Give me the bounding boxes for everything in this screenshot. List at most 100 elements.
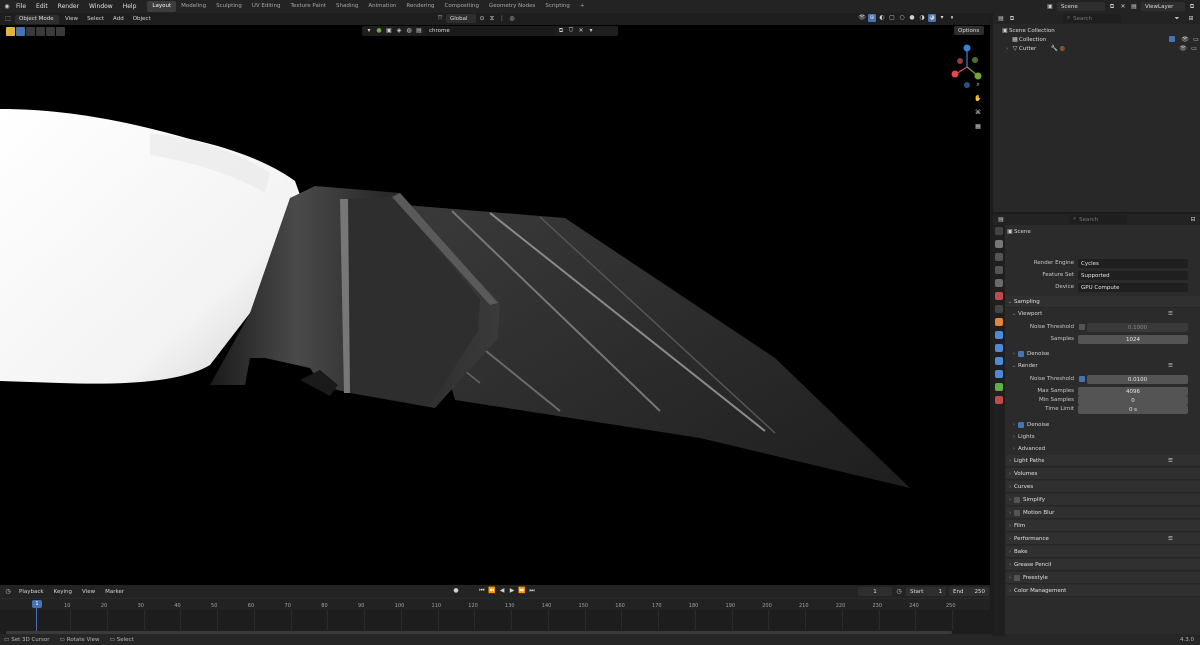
playhead[interactable]: 1 <box>32 600 42 608</box>
tab-uv-editing[interactable]: UV Editing <box>247 1 286 12</box>
tree-row-scene-collection[interactable]: ▣ Scene Collection <box>993 26 1200 35</box>
timeline-menu-view[interactable]: View <box>79 589 98 595</box>
viewport-menu-view[interactable]: View <box>62 16 81 22</box>
subpanel-render-denoise[interactable]: › Denoise <box>1010 419 1049 430</box>
light-icon[interactable]: ◈ <box>395 27 403 35</box>
properties-editor-icon[interactable]: ▤ <box>997 216 1005 224</box>
copy-scene-icon[interactable]: ⧉ <box>1108 3 1116 11</box>
cutter-visibility-icon[interactable]: 👁 <box>1179 45 1187 53</box>
timeline-menu-playback[interactable]: Playback <box>16 589 47 595</box>
physics-tab-icon[interactable] <box>995 357 1003 365</box>
modifier-tab-icon[interactable] <box>995 331 1003 339</box>
viewport-menu-select[interactable]: Select <box>84 16 107 22</box>
world-tab-icon[interactable] <box>995 292 1003 300</box>
render-tab-icon[interactable] <box>995 240 1003 248</box>
preset-menu-icon[interactable]: ☰ <box>1168 458 1173 464</box>
panel-bake[interactable]: › Bake <box>1006 546 1200 558</box>
start-frame-field[interactable]: Start 1 <box>906 587 946 596</box>
rendered-shading-icon[interactable]: ◕ <box>928 14 936 22</box>
min-samples-field[interactable]: 0 <box>1078 396 1188 405</box>
shading-options-icon[interactable]: ▾ <box>938 14 946 22</box>
material-search-field[interactable]: chrome <box>425 26 555 36</box>
simplify-checkbox[interactable] <box>1014 496 1020 503</box>
subpanel-render[interactable]: ⌄ Render ☰ <box>1010 360 1196 371</box>
time-limit-field[interactable]: 0 s <box>1078 405 1188 414</box>
properties-search[interactable]: ⌕ Search <box>1069 215 1127 224</box>
object-tab-icon[interactable] <box>995 318 1003 326</box>
filter-icon[interactable]: ▤ <box>415 27 423 35</box>
menu-window[interactable]: Window <box>84 3 118 10</box>
viewport-denoise-checkbox[interactable] <box>1018 350 1024 357</box>
pan-hand-icon[interactable]: ✋ <box>974 95 982 103</box>
mode-selector[interactable]: Object Mode <box>15 14 59 24</box>
viewport-menu-object[interactable]: Object <box>130 16 154 22</box>
tree-row-cutter[interactable]: › ▽ Cutter 🔧 ◍ 👁 ▭ <box>993 44 1200 53</box>
tab-animation[interactable]: Animation <box>363 1 401 12</box>
viewport-menu-add[interactable]: Add <box>110 16 127 22</box>
delete-scene-icon[interactable]: ✕ <box>1119 3 1127 11</box>
copy-view-layer-icon[interactable]: ⧉ <box>1188 3 1196 11</box>
tab-compositing[interactable]: Compositing <box>440 1 484 12</box>
select-intersect-icon[interactable] <box>56 26 65 36</box>
next-keyframe-icon[interactable]: ⏩ <box>518 587 526 595</box>
wireframe-shading-icon[interactable]: ○ <box>898 14 906 22</box>
blender-logo-icon[interactable]: ◉ <box>3 3 11 11</box>
snap-icon[interactable]: ⧖ <box>488 15 496 23</box>
select-extend-icon[interactable] <box>26 26 35 36</box>
perspective-toggle-icon[interactable]: ▦ <box>974 123 982 131</box>
constraints-tab-icon[interactable] <box>995 370 1003 378</box>
gizmo-toggle-icon[interactable]: ⊕ <box>868 14 876 22</box>
subpanel-viewport-denoise[interactable]: › Denoise <box>1010 348 1049 359</box>
tab-texture-paint[interactable]: Texture Paint <box>286 1 332 12</box>
display-mode-icon[interactable]: ⧉ <box>1008 15 1016 23</box>
end-frame-field[interactable]: End 250 <box>949 587 989 596</box>
tab-shading[interactable]: Shading <box>331 1 363 12</box>
material-shading-icon[interactable]: ◑ <box>918 14 926 22</box>
tab-sculpting[interactable]: Sculpting <box>211 1 247 12</box>
pin-icon[interactable]: ⊟ <box>1189 216 1197 224</box>
timeline-menu-marker[interactable]: Marker <box>102 589 127 595</box>
world-icon[interactable]: ◍ <box>405 27 413 35</box>
editor-type-icon[interactable]: ⬚ <box>4 15 12 23</box>
panel-color-management[interactable]: › Color Management <box>1006 585 1200 597</box>
menu-edit[interactable]: Edit <box>31 3 53 10</box>
scene-selector[interactable]: Scene <box>1057 2 1105 11</box>
material-dropdown-icon[interactable]: ▾ <box>587 27 595 35</box>
current-frame-field[interactable]: 1 <box>858 587 892 596</box>
panel-film[interactable]: › Film <box>1006 520 1200 532</box>
overlay-toggle-icon[interactable]: ◐ <box>878 14 886 22</box>
panel-freestyle[interactable]: › Freestyle <box>1006 572 1200 584</box>
collection-exclude-checkbox[interactable] <box>1169 35 1175 42</box>
panel-light-paths[interactable]: › Light Paths ☰ <box>1006 455 1200 467</box>
motion-blur-checkbox[interactable] <box>1014 509 1020 516</box>
panel-simplify[interactable]: › Simplify <box>1006 494 1200 506</box>
view-layer-selector[interactable]: ViewLayer <box>1141 2 1185 11</box>
pivot-icon[interactable]: ⊙ <box>478 15 486 23</box>
solid-shading-icon[interactable]: ● <box>908 14 916 22</box>
orientation-selector[interactable]: Global <box>446 14 476 23</box>
viewport-noise-checkbox[interactable] <box>1079 324 1085 330</box>
preset-menu-icon[interactable]: ☰ <box>1168 363 1173 369</box>
filter-icon[interactable]: ⏷ <box>1173 15 1181 23</box>
options-dropdown[interactable]: Options <box>954 26 984 35</box>
timeline-area[interactable]: 10 20 30 40 50 60 70 80 90 100 110 120 130 140 150 160 1… <box>0 598 990 635</box>
tab-layout[interactable]: Layout <box>147 1 177 12</box>
render-noise-checkbox[interactable] <box>1079 376 1085 382</box>
collection-visibility-icon[interactable]: 👁 <box>1181 36 1189 44</box>
select-tool-icon[interactable] <box>6 26 15 36</box>
preset-menu-icon[interactable]: ☰ <box>1168 311 1173 317</box>
outliner-search[interactable]: ⌕ Search <box>1063 14 1121 23</box>
pause-render-icon[interactable]: ⏸ <box>948 14 956 22</box>
play-reverse-icon[interactable]: ◀ <box>498 587 506 595</box>
snap-target-icon[interactable]: ⋮ <box>498 15 506 23</box>
viewport-noise-field[interactable]: 0.1000 <box>1087 323 1188 332</box>
collection-tab-icon[interactable] <box>995 305 1003 313</box>
timeline-editor-icon[interactable]: ◷ <box>4 588 12 596</box>
render-pass-icon[interactable]: ▣ <box>385 27 393 35</box>
feature-set-dropdown[interactable]: Supported <box>1078 271 1188 280</box>
tab-modeling[interactable]: Modeling <box>176 1 211 12</box>
xray-icon[interactable]: ▢ <box>888 14 896 22</box>
menu-render[interactable]: Render <box>53 3 84 10</box>
material-tab-icon[interactable] <box>995 396 1003 404</box>
jump-end-icon[interactable]: ⏭ <box>528 587 536 595</box>
